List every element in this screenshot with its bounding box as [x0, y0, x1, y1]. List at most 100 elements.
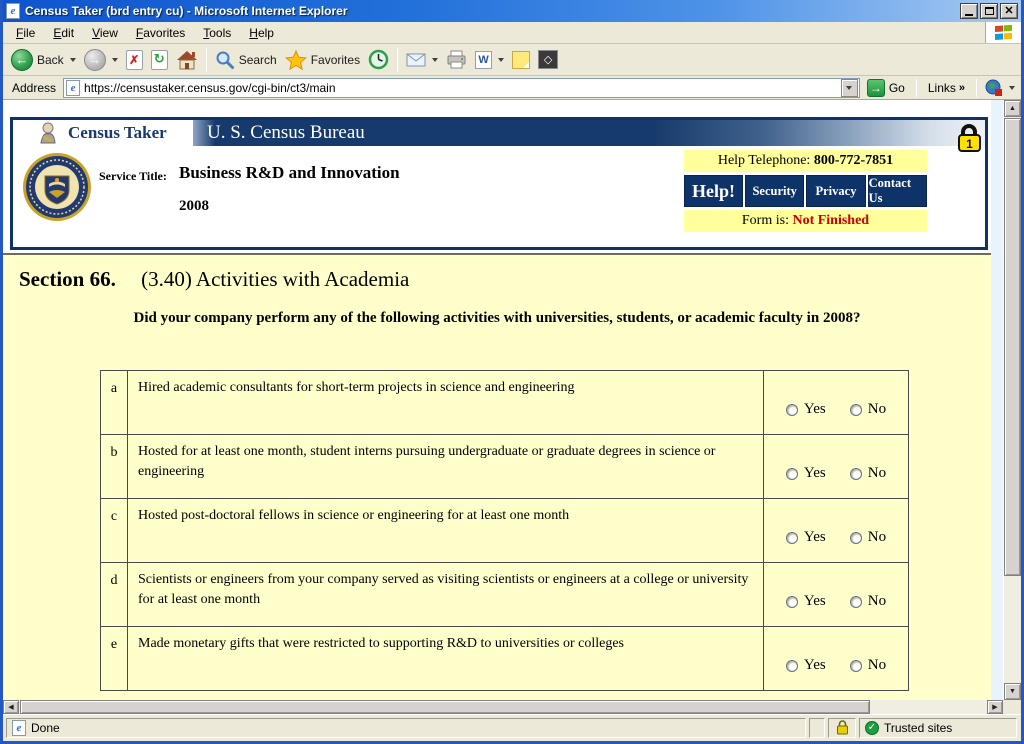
row-letter: c	[101, 499, 128, 563]
yes-radio[interactable]	[786, 468, 798, 480]
contact-us-button[interactable]: Contact Us	[868, 175, 927, 207]
no-label: No	[868, 529, 886, 546]
yes-radio[interactable]	[786, 404, 798, 416]
help-button[interactable]: Help!	[684, 175, 743, 207]
table-row: b Hosted for at least one month, student…	[101, 435, 909, 499]
row-description: Hired academic consultants for short-ter…	[128, 371, 764, 435]
back-button[interactable]: ← Back	[7, 47, 80, 73]
search-button[interactable]: Search	[211, 48, 281, 72]
menu-view[interactable]: View	[83, 23, 127, 43]
notes-button[interactable]	[508, 49, 534, 71]
minimize-button[interactable]	[960, 3, 978, 19]
go-button[interactable]: → Go	[860, 79, 912, 97]
highlight-tool-button[interactable]: ◇	[534, 48, 562, 71]
section-heading: Section 66. (3.40) Activities with Acade…	[3, 255, 991, 292]
address-label: Address	[5, 81, 63, 95]
mail-button[interactable]	[402, 51, 442, 69]
scroll-right-icon[interactable]: ▶	[987, 700, 1003, 714]
word-dropdown-icon[interactable]	[498, 58, 504, 62]
yes-label: Yes	[804, 401, 826, 418]
menu-favorites[interactable]: Favorites	[127, 23, 194, 43]
vertical-scroll-thumb[interactable]	[1004, 118, 1021, 576]
horizontal-scrollbar[interactable]: ◀ ▶	[3, 700, 1003, 714]
yes-radio[interactable]	[786, 660, 798, 672]
maximize-button[interactable]	[980, 3, 998, 19]
app-name: Census Taker	[68, 123, 167, 143]
secure-lock-icon: 1	[955, 122, 983, 154]
go-arrow-icon: →	[867, 79, 885, 97]
mail-dropdown-icon[interactable]	[432, 58, 438, 62]
no-radio[interactable]	[850, 532, 862, 544]
status-page-icon: e	[12, 720, 26, 736]
close-button[interactable]: ✕	[1000, 3, 1018, 19]
search-icon	[215, 50, 235, 70]
status-bar: e Done ✓ Trusted sites	[3, 714, 1021, 741]
address-url[interactable]: https://censustaker.census.gov/cgi-bin/c…	[84, 81, 837, 95]
status-lock-panel	[828, 718, 856, 738]
privacy-button[interactable]: Privacy	[806, 175, 865, 207]
no-label: No	[868, 657, 886, 674]
form-status-label: Form is:	[742, 213, 789, 228]
yes-radio[interactable]	[786, 596, 798, 608]
yes-label: Yes	[804, 529, 826, 546]
menu-bar: File Edit View Favorites Tools Help	[3, 22, 1021, 44]
home-button[interactable]	[172, 48, 202, 72]
scroll-left-icon[interactable]: ◀	[3, 700, 19, 714]
vertical-scrollbar[interactable]: ▲ ▼	[1003, 100, 1021, 700]
scrollbar-corner	[1003, 700, 1021, 714]
stop-button[interactable]: ✗	[122, 48, 147, 72]
forward-dropdown-icon[interactable]	[112, 58, 118, 62]
help-panel: Help Telephone: 800-772-7851 Help! Secur…	[684, 150, 927, 232]
yes-radio[interactable]	[786, 532, 798, 544]
search-label: Search	[239, 53, 277, 67]
form-status-bar: Form is: Not Finished	[684, 210, 927, 232]
address-input[interactable]: e https://censustaker.census.gov/cgi-bin…	[63, 78, 860, 98]
history-button[interactable]	[364, 47, 393, 72]
edit-with-word-button[interactable]: W	[471, 49, 508, 71]
forward-button[interactable]: →	[80, 47, 122, 73]
favorites-label: Favorites	[311, 53, 360, 67]
no-radio[interactable]	[850, 468, 862, 480]
print-button[interactable]	[442, 48, 471, 71]
scroll-up-icon[interactable]: ▲	[1004, 100, 1021, 117]
address-dropdown-button[interactable]	[841, 79, 858, 97]
pdf-globe-button[interactable]	[981, 77, 1019, 99]
menu-edit[interactable]: Edit	[44, 23, 83, 43]
menu-help[interactable]: Help	[240, 23, 283, 43]
go-label: Go	[889, 81, 905, 95]
ie-window-icon: e	[6, 3, 20, 19]
links-button[interactable]: Links »	[921, 81, 972, 95]
row-letter: b	[101, 435, 128, 499]
no-label: No	[868, 401, 886, 418]
agency-banner: U. S. Census Bureau	[193, 120, 985, 146]
no-label: No	[868, 465, 886, 482]
refresh-button[interactable]: ↻	[147, 48, 172, 72]
no-radio[interactable]	[850, 596, 862, 608]
pdf-dropdown-icon[interactable]	[1009, 86, 1015, 90]
no-radio[interactable]	[850, 404, 862, 416]
browser-window: e Census Taker (brd entry cu) - Microsof…	[0, 0, 1024, 744]
site-banner: Census Taker U. S. Census Bureau	[13, 120, 985, 146]
menu-tools[interactable]: Tools	[194, 23, 240, 43]
row-description: Hosted for at least one month, student i…	[128, 435, 764, 499]
section-title: (3.40) Activities with Academia	[141, 267, 409, 291]
horizontal-scroll-thumb[interactable]	[20, 700, 870, 714]
no-radio[interactable]	[850, 660, 862, 672]
scroll-down-icon[interactable]: ▼	[1004, 683, 1021, 700]
help-phone-number: 800-772-7851	[814, 153, 893, 168]
home-icon	[176, 50, 198, 70]
security-zone-label: Trusted sites	[884, 721, 952, 735]
security-button[interactable]: Security	[745, 175, 804, 207]
back-label: Back	[37, 53, 64, 67]
favorites-button[interactable]: Favorites	[281, 48, 364, 72]
back-dropdown-icon[interactable]	[70, 58, 76, 62]
refresh-icon: ↻	[151, 50, 168, 70]
status-panel: e Done	[6, 718, 806, 738]
menu-file[interactable]: File	[7, 23, 44, 43]
status-spacer-panel	[809, 718, 825, 738]
address-bar: Address e https://censustaker.census.gov…	[3, 76, 1021, 100]
mail-icon	[406, 53, 426, 67]
help-phone-label: Help Telephone:	[718, 153, 810, 168]
row-description: Scientists or engineers from your compan…	[128, 563, 764, 627]
trusted-check-icon: ✓	[865, 721, 879, 735]
